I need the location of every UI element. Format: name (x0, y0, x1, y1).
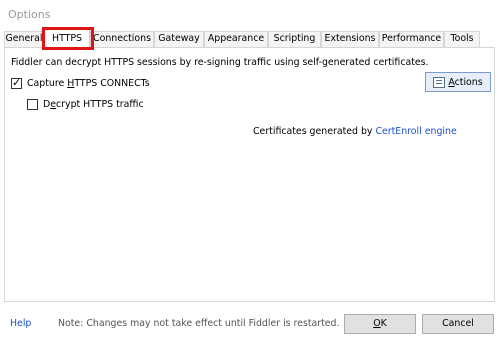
https-description: Fiddler can decrypt HTTPS sessions by re… (11, 57, 429, 68)
actions-button-label: Actions (448, 77, 482, 88)
options-window: Options General HTTPS Connections Gatewa… (0, 0, 500, 339)
tab-tools[interactable]: Tools (444, 31, 480, 47)
cert-text: Certificates generated by (253, 126, 376, 137)
tab-performance[interactable]: Performance (379, 31, 444, 47)
tab-scripting[interactable]: Scripting (268, 31, 321, 47)
ok-label-rest: K (380, 318, 387, 329)
certenroll-engine-link[interactable]: CertEnroll engine (375, 126, 456, 137)
capture-checkbox-label: Capture HTTPS CONNECTs (27, 78, 150, 89)
restart-note: Note: Changes may not take effect until … (58, 318, 340, 329)
decrypt-checkbox-box[interactable] (27, 99, 38, 110)
tab-gateway[interactable]: Gateway (154, 31, 204, 47)
capture-https-connects-checkbox[interactable]: ✓ Capture HTTPS CONNECTs (11, 76, 150, 89)
checkmark-icon: ✓ (12, 76, 22, 89)
cancel-button[interactable]: Cancel (422, 314, 494, 334)
actions-label-rest: ctions (454, 76, 483, 88)
tab-general[interactable]: General (4, 31, 44, 47)
decrypt-https-traffic-checkbox[interactable]: Decrypt HTTPS traffic (27, 99, 144, 110)
actions-button[interactable]: Actions (425, 72, 491, 92)
dialog-footer: Help Note: Changes may not take effect u… (0, 306, 500, 339)
capture-label-pre: Capture (27, 78, 68, 89)
help-link[interactable]: Help (10, 318, 31, 329)
tab-appearance[interactable]: Appearance (204, 31, 268, 47)
capture-checkbox-box[interactable]: ✓ (11, 76, 22, 89)
capture-label-post: TTPS CONNECTs (74, 78, 150, 89)
tab-https[interactable]: HTTPS (44, 29, 90, 48)
https-tab-panel: Fiddler can decrypt HTTPS sessions by re… (4, 47, 495, 302)
window-title: Options (8, 8, 51, 21)
decrypt-checkbox-label: Decrypt HTTPS traffic (43, 99, 144, 110)
actions-icon (433, 76, 446, 88)
cert-info: Certificates generated by CertEnroll eng… (253, 126, 457, 137)
ok-button[interactable]: OK (344, 314, 416, 334)
tab-strip: General HTTPS Connections Gateway Appear… (4, 29, 484, 48)
ok-label-accel: O (373, 318, 381, 329)
tab-connections[interactable]: Connections (90, 31, 154, 47)
title-bar: Options (0, 0, 500, 27)
decrypt-label-post: crypt HTTPS traffic (56, 99, 144, 110)
tab-extensions[interactable]: Extensions (321, 31, 379, 47)
